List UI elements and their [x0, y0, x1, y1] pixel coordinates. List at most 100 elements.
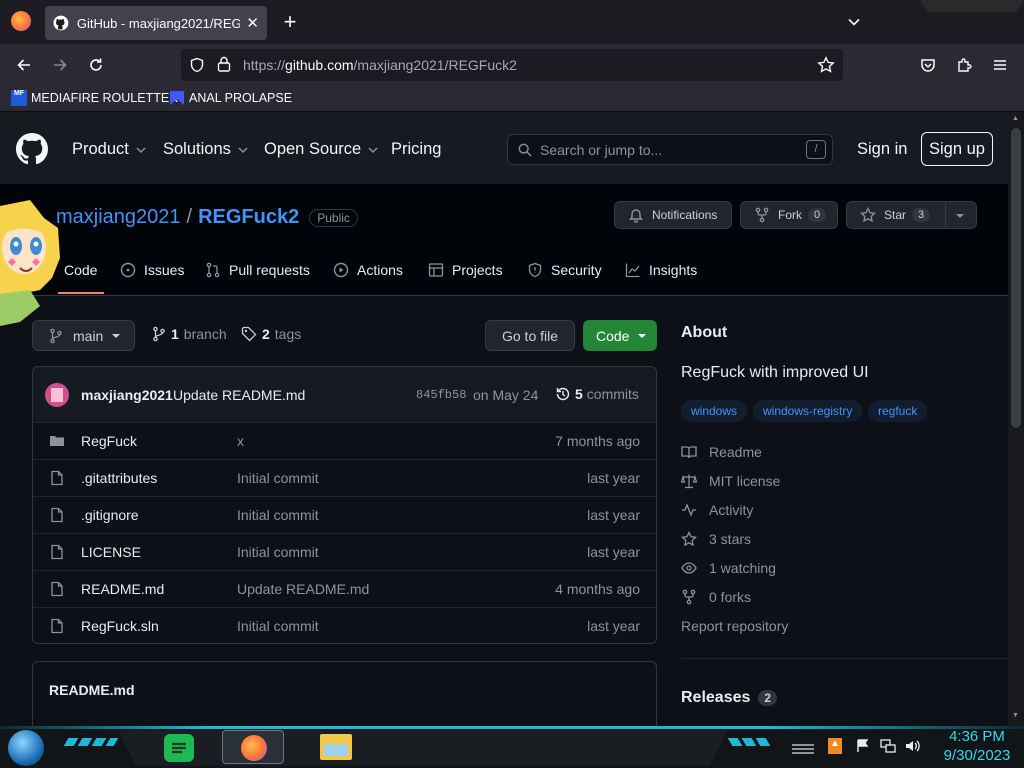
- branch-icon: [50, 328, 62, 343]
- bookmark-second[interactable]: ANAL PROLAPSE: [169, 90, 292, 106]
- repo-owner-link[interactable]: maxjiang2021: [56, 206, 181, 229]
- file-row[interactable]: LICENSE Initial commit last year: [33, 533, 656, 570]
- commit-message[interactable]: Update README.md: [173, 387, 305, 403]
- page-scrollbar[interactable]: ▲ ▼: [1008, 112, 1024, 726]
- pocket-button[interactable]: [914, 51, 942, 79]
- file-commit-message[interactable]: Initial commit: [237, 470, 319, 486]
- go-to-file-button[interactable]: Go to file: [485, 320, 575, 351]
- topic-windows-registry[interactable]: windows-registry: [753, 400, 863, 422]
- file-name[interactable]: .gitattributes: [81, 470, 157, 486]
- volume-icon[interactable]: [904, 738, 920, 754]
- browser-tab[interactable]: GitHub - maxjiang2021/REGFuck2 ✕: [45, 6, 267, 40]
- scrollbar-thumb[interactable]: [1011, 128, 1021, 428]
- show-desktop-icon[interactable]: [792, 742, 814, 754]
- file-commit-message[interactable]: Update README.md: [237, 581, 369, 597]
- tags-link[interactable]: 2 tags: [241, 326, 301, 342]
- scroll-up-icon[interactable]: ▲: [1012, 115, 1019, 122]
- nav-product[interactable]: Product: [72, 140, 147, 159]
- shield-icon[interactable]: [189, 57, 205, 73]
- commit-author[interactable]: maxjiang2021: [81, 387, 173, 403]
- new-tab-button[interactable]: +: [276, 8, 304, 36]
- nav-open-source[interactable]: Open Source: [264, 140, 379, 159]
- file-commit-message[interactable]: Initial commit: [237, 618, 319, 634]
- bookmark-star-icon[interactable]: [817, 56, 835, 74]
- tab-insights[interactable]: Insights: [625, 262, 697, 278]
- forward-button[interactable]: [46, 51, 74, 79]
- star-dropdown-icon[interactable]: [955, 211, 965, 221]
- nav-pricing[interactable]: Pricing: [391, 140, 441, 159]
- fork-count: 0: [808, 208, 827, 222]
- topic-regfuck[interactable]: regfuck: [868, 400, 928, 422]
- start-orb-icon[interactable]: [8, 730, 44, 766]
- fork-button[interactable]: Fork 0: [740, 201, 838, 229]
- repo-title: maxjiang2021 / REGFuck2 Public: [56, 206, 358, 229]
- topic-windows[interactable]: windows: [681, 400, 748, 422]
- sign-in-link[interactable]: Sign in: [857, 140, 907, 159]
- tab-actions[interactable]: Actions: [333, 262, 403, 278]
- bookmark-mediafire[interactable]: MF MEDIAFIRE ROULETTER: [11, 90, 178, 106]
- commit-hash[interactable]: 845fb58: [416, 388, 466, 402]
- repo-name-link[interactable]: REGFuck2: [198, 206, 299, 229]
- clock[interactable]: 4:36 PM 9/30/2023: [936, 727, 1018, 765]
- tab-code[interactable]: Code: [64, 262, 97, 278]
- file-name[interactable]: README.md: [81, 581, 164, 597]
- tab-label: Pull requests: [229, 262, 310, 278]
- forks-link[interactable]: 0 forks: [681, 589, 751, 605]
- avatar[interactable]: [45, 383, 69, 407]
- search-placeholder: Search or jump to...: [540, 142, 663, 158]
- tab-issues[interactable]: Issues: [120, 262, 184, 278]
- lock-icon[interactable]: [217, 56, 231, 72]
- file-row[interactable]: .gitattributes Initial commit last year: [33, 459, 656, 496]
- readme-link[interactable]: Readme: [681, 444, 762, 460]
- file-commit-message[interactable]: Initial commit: [237, 507, 319, 523]
- file-name[interactable]: RegFuck: [81, 433, 137, 449]
- file-row[interactable]: RegFuck x 7 months ago: [33, 422, 656, 459]
- file-icon: [49, 470, 65, 486]
- watching-link[interactable]: 1 watching: [681, 560, 776, 576]
- file-commit-message[interactable]: x: [237, 433, 244, 449]
- reload-button[interactable]: [82, 51, 110, 79]
- scroll-down-icon[interactable]: ▼: [1012, 712, 1019, 719]
- tab-projects[interactable]: Projects: [428, 262, 503, 278]
- list-tabs-chevron-icon[interactable]: [840, 8, 868, 36]
- code-button[interactable]: Code: [583, 320, 657, 351]
- branch-select-button[interactable]: main: [32, 320, 135, 351]
- file-row[interactable]: .gitignore Initial commit last year: [33, 496, 656, 533]
- file-explorer-icon[interactable]: [320, 734, 352, 760]
- notifications-button[interactable]: Notifications: [614, 201, 732, 229]
- file-name[interactable]: LICENSE: [81, 544, 141, 560]
- license-link[interactable]: MIT license: [681, 473, 780, 489]
- star-button[interactable]: Star 3: [846, 201, 977, 229]
- releases-heading[interactable]: Releases 2: [681, 689, 778, 707]
- file-row[interactable]: README.md Update README.md 4 months ago: [33, 570, 656, 607]
- nav-solutions[interactable]: Solutions: [163, 140, 249, 159]
- file-row[interactable]: RegFuck.sln Initial commit last year: [33, 607, 656, 643]
- branches-link[interactable]: 1 branch: [152, 326, 227, 342]
- activity-link[interactable]: Activity: [681, 502, 753, 518]
- nav-label: Product: [72, 140, 129, 158]
- back-button[interactable]: [10, 51, 38, 79]
- file-name[interactable]: RegFuck.sln: [81, 618, 159, 634]
- menu-button[interactable]: [986, 51, 1014, 79]
- sign-up-button[interactable]: Sign up: [921, 132, 993, 166]
- file-commit-message[interactable]: Initial commit: [237, 544, 319, 560]
- commits-link[interactable]: 5 commits: [555, 386, 639, 402]
- flag-icon[interactable]: [856, 739, 870, 753]
- url-bar[interactable]: https://github.com/maxjiang2021/REGFuck2: [181, 49, 843, 81]
- close-tab-icon[interactable]: ✕: [246, 14, 259, 32]
- file-name[interactable]: .gitignore: [81, 507, 139, 523]
- readme-title[interactable]: README.md: [49, 682, 135, 698]
- firefox-taskbar-button[interactable]: [222, 730, 284, 764]
- tab-security[interactable]: Security: [527, 262, 602, 278]
- branch-icon: [153, 326, 165, 342]
- tray-app-icon[interactable]: ▲: [828, 738, 842, 754]
- firefox-icon[interactable]: [11, 11, 31, 31]
- github-logo-icon[interactable]: [16, 133, 48, 165]
- report-repository-link[interactable]: Report repository: [681, 618, 788, 634]
- tab-pull-requests[interactable]: Pull requests: [205, 262, 310, 278]
- extensions-button[interactable]: [950, 51, 978, 79]
- notes-app-icon[interactable]: [164, 734, 194, 762]
- search-input[interactable]: Search or jump to... /: [507, 134, 833, 165]
- network-icon[interactable]: [880, 739, 896, 753]
- stars-link[interactable]: 3 stars: [681, 531, 751, 547]
